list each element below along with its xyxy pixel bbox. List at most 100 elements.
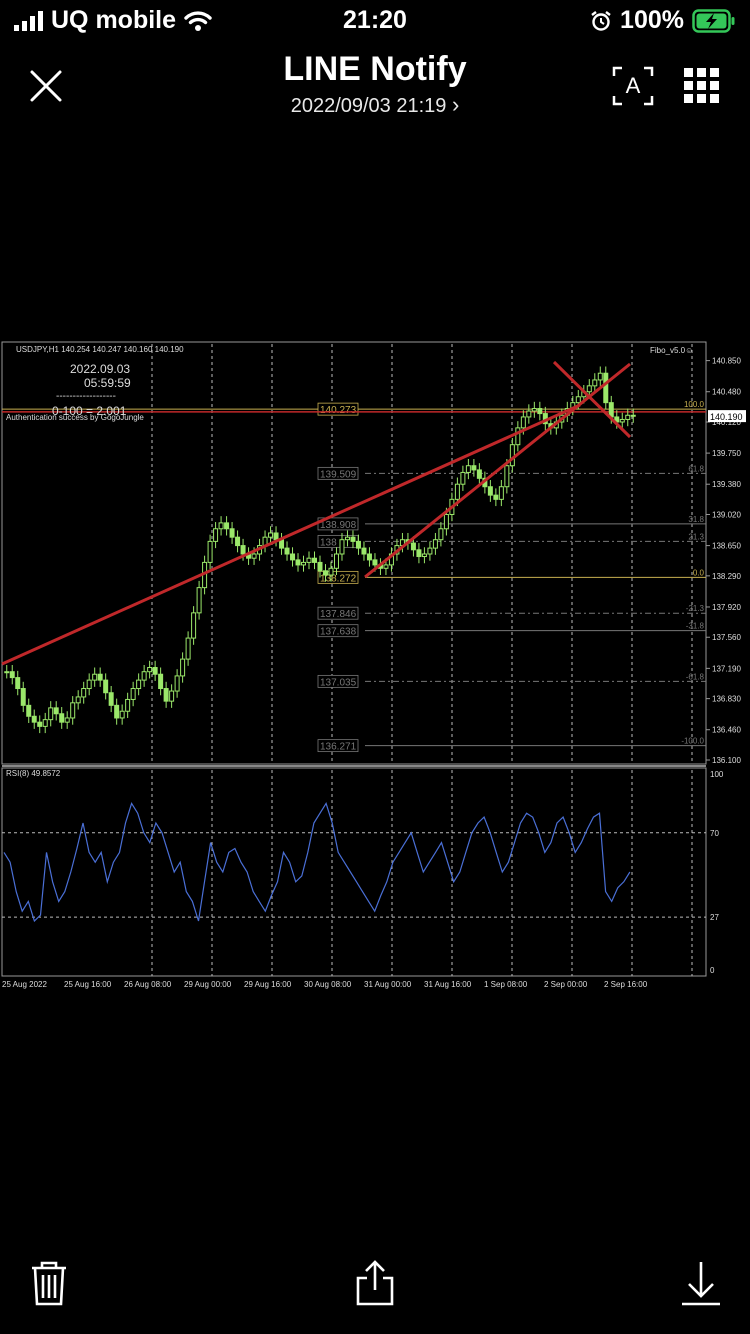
candle-body (537, 408, 543, 415)
overlay-auth: Authentication success by GogoJungle (6, 413, 144, 422)
candle-body (416, 549, 422, 558)
candle-body (97, 673, 103, 681)
candle-body (114, 704, 120, 719)
price-tick-label: 137.190 (712, 664, 741, 673)
time-tick-label: 25 Aug 16:00 (64, 980, 112, 989)
time-tick-label: 1 Sep 08:00 (484, 980, 528, 989)
fib-pct-label: -21.3 (686, 604, 705, 613)
candle-body (86, 679, 92, 690)
candle-body (70, 702, 76, 719)
rsi-level-label: 0 (710, 966, 715, 975)
candle-body (625, 414, 631, 420)
candle-body (504, 465, 510, 488)
candle-body (575, 396, 581, 404)
rsi-frame (1, 767, 707, 977)
fib-price-label: 139.509 (320, 469, 357, 480)
candle-body (427, 547, 433, 555)
symbol-header: USDJPY,H1 140.254 140.247 140.160 140.19… (16, 345, 184, 354)
download-icon[interactable] (676, 1258, 726, 1308)
grid-icon[interactable] (684, 68, 720, 104)
share-icon[interactable] (350, 1258, 400, 1308)
candle-body (333, 553, 339, 569)
candle-body (290, 553, 296, 561)
price-tick-label: 136.830 (712, 695, 741, 704)
candle-body (586, 385, 592, 393)
candle-body (460, 471, 466, 485)
battery-percent: 100% (620, 6, 684, 34)
candle-body (361, 547, 367, 555)
candle-body (284, 547, 290, 555)
time-tick-label: 25 Aug 2022 (2, 980, 47, 989)
candle-body (339, 539, 345, 555)
time-tick-label: 29 Aug 16:00 (244, 980, 292, 989)
chart-image[interactable]: 140.273 100.0 139.509 61.8 138.908 31.8 138 21.… (0, 340, 750, 992)
fib-price-label: 136.271 (320, 742, 357, 753)
candle-body (53, 707, 59, 715)
candle-body (20, 688, 26, 706)
candle-body (191, 612, 197, 639)
candle-body (163, 688, 169, 702)
trash-icon[interactable] (24, 1258, 74, 1308)
alarm-icon (591, 10, 611, 31)
candle-body (476, 469, 482, 479)
fib-pct-label: -100.0 (681, 737, 704, 746)
candle-body (372, 559, 378, 566)
candle-body (421, 553, 427, 558)
candle-body (432, 539, 438, 549)
price-axis: 140.850140.480140.120139.750139.380139.0… (706, 357, 746, 765)
indicator-name: Fibo_v5.0☺ (650, 346, 693, 355)
status-right: 100% (590, 6, 736, 35)
trendline-long (1, 403, 581, 666)
candle-body (196, 587, 202, 614)
candle-body (31, 715, 37, 723)
candle-body (48, 707, 54, 721)
candle-body (592, 379, 598, 387)
price-tick-label: 136.460 (712, 726, 741, 735)
candle-body (520, 416, 526, 429)
vertical-gridlines (151, 344, 693, 976)
overlay-date: 2022.09.03 (70, 362, 130, 376)
time-axis: 25 Aug 2022 25 Aug 16:00 26 Aug 08:00 29 Au… (2, 980, 648, 989)
candle-body (185, 637, 191, 660)
candle-body (295, 559, 301, 566)
rsi-level-label: 100 (710, 770, 724, 779)
candle-body (213, 528, 219, 542)
timestamp-text: 2022/09/03 21:19 (290, 95, 447, 117)
battery-charging-icon (692, 8, 735, 33)
candle-body (180, 658, 186, 677)
rsi-indicator: 100 70 27 0 (2, 770, 724, 975)
fib-pct-label: 100.0 (684, 400, 705, 409)
rsi-level-label: 70 (710, 829, 719, 838)
candle-body (81, 688, 87, 698)
candle-body (603, 372, 609, 404)
fib-pct-label: 61.8 (688, 464, 704, 473)
candle-body (487, 486, 493, 496)
fib-pct-label: -31.8 (686, 622, 705, 631)
candle-body (608, 402, 614, 418)
price-tick-label: 139.020 (712, 510, 741, 519)
candle-body (75, 696, 81, 704)
live-text-button[interactable]: A (612, 66, 654, 106)
candle-body (229, 528, 235, 538)
price-tick-label: 138.290 (712, 572, 741, 581)
time-tick-label: 30 Aug 08:00 (304, 980, 352, 989)
candle-body (438, 528, 444, 541)
candle-body (328, 567, 334, 576)
price-tick-label: 140.850 (712, 357, 741, 366)
fib-price-label: 137.638 (320, 627, 357, 638)
time-tick-label: 2 Sep 00:00 (544, 980, 588, 989)
fib-pct-label: 0.0 (693, 568, 705, 577)
candle-body (471, 465, 477, 471)
candle-body (465, 465, 471, 473)
candle-body (350, 536, 356, 542)
candle-body (64, 717, 70, 723)
fibonacci-levels: 140.273 100.0 139.509 61.8 138.908 31.8 138 21.… (2, 400, 706, 753)
candle-body (443, 513, 449, 530)
price-tick-label: 138.650 (712, 542, 741, 551)
candle-body (218, 522, 224, 530)
rsi-label: RSI(8) 49.8572 (6, 769, 61, 778)
candle-body (312, 557, 318, 563)
fib-price-label: 140.273 (320, 405, 357, 416)
fib-price-label: 138 (320, 537, 337, 548)
candle-body (273, 532, 279, 541)
